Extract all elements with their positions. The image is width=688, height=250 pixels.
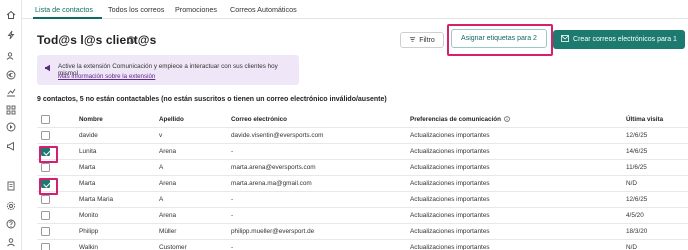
row-checkbox[interactable] [39, 178, 58, 195]
table-row[interactable]: Lunita Arena - Actualizaciones importantes 1… [37, 144, 688, 163]
cell-last-name: Müller [159, 228, 177, 235]
cell-last-visit: N/D [626, 244, 638, 250]
help-icon[interactable] [5, 218, 16, 229]
cell-preferences: Actualizaciones importantes [410, 244, 490, 250]
header-email[interactable]: Correo electrónico [231, 116, 287, 123]
contacts-summary: 9 contactos, 5 no están contactables (no… [37, 96, 387, 103]
row-checkbox[interactable] [41, 211, 50, 220]
cell-email: philipp.mueller@eversport.de [231, 228, 315, 235]
header-preferences[interactable]: Preferencias de comunicación [410, 116, 510, 123]
sidebar [0, 0, 22, 250]
create-email-button[interactable]: Crear correos electrónicos para 1 [553, 30, 685, 49]
info-icon[interactable] [504, 116, 510, 122]
cell-preferences: Actualizaciones importantes [410, 164, 490, 171]
info-icon[interactable] [127, 36, 135, 44]
cell-preferences: Actualizaciones importantes [410, 132, 490, 139]
active-tab-indicator [33, 17, 102, 19]
cell-name: Walkin [79, 244, 98, 250]
row-checkbox[interactable] [41, 243, 50, 250]
document-icon[interactable] [5, 180, 16, 191]
cell-last-name: Arena [159, 212, 177, 219]
home-icon[interactable] [5, 9, 16, 20]
row-checkbox[interactable] [41, 163, 50, 172]
cell-email: marta.arena.ma@gmail.com [231, 180, 312, 187]
cell-name: Philipp [79, 228, 99, 235]
header-preferences-label: Preferencias de comunicación [410, 116, 501, 123]
row-checkbox[interactable] [39, 146, 58, 163]
create-email-label: Crear correos electrónicos para 1 [573, 36, 677, 43]
cell-preferences: Actualizaciones importantes [410, 228, 490, 235]
filter-label: Filtro [419, 36, 435, 44]
filter-icon [409, 36, 419, 45]
table-row[interactable]: davide v davide.visentin@eversports.com Act… [37, 128, 688, 144]
bolt-icon[interactable] [5, 29, 16, 40]
table-row[interactable]: Marta Amarta.arena@eversports.com Actualiz… [37, 160, 688, 176]
cell-last-name: Arena [159, 180, 177, 187]
tab-promociones[interactable]: Promociones [175, 5, 217, 14]
cell-last-visit: 4/5/20 [626, 212, 644, 219]
header-name[interactable]: Nombre [79, 116, 103, 123]
target-icon[interactable] [5, 121, 16, 132]
cell-last-name: A [159, 196, 164, 203]
table-row[interactable]: Philipp Müller philipp.mueller@eversport.d… [37, 224, 688, 240]
banner-link[interactable]: Más información sobre la extensión [58, 73, 155, 80]
header-last-name[interactable]: Apellido [159, 116, 184, 123]
header-last-visit[interactable]: Última visita [626, 116, 663, 123]
row-checkbox[interactable] [41, 227, 50, 236]
cell-name: Lunita [79, 148, 97, 155]
select-all-checkbox[interactable] [41, 115, 50, 124]
tab-lista-de-contactos[interactable]: Lista de contactos [35, 5, 93, 14]
megaphone-icon[interactable] [5, 140, 16, 151]
settings-icon[interactable] [5, 200, 16, 211]
assign-tags-highlight-box [447, 24, 553, 56]
cell-preferences: Actualizaciones importantes [410, 180, 490, 187]
table-row[interactable]: Monito Arena - Actualizaciones importantes 4… [37, 208, 688, 224]
mail-icon [561, 35, 573, 44]
tab-todos-los-correos[interactable]: Todos los correos [108, 5, 164, 14]
table-row[interactable]: Marta Maria A - Actualizaciones importantes… [37, 192, 688, 208]
cell-email: marta.arena@eversports.com [231, 164, 316, 171]
cell-email: - [231, 148, 234, 155]
cell-name: Marta [79, 164, 96, 171]
extension-banner: Active la extensión Comunicación y empie… [37, 55, 299, 85]
page-title: Tod@s l@s client@s [37, 33, 157, 47]
cell-name: Marta [79, 180, 96, 187]
cell-last-visit: 18/3/20 [626, 228, 648, 235]
cell-last-name: Customer [159, 244, 187, 250]
table-row[interactable]: Walkin Customer - Actualizaciones important… [37, 240, 688, 250]
cell-name: Marta Maria [79, 196, 114, 203]
users-icon[interactable] [5, 50, 16, 61]
cell-preferences: Actualizaciones importantes [410, 212, 490, 219]
euro-icon[interactable] [5, 69, 16, 80]
cell-email: - [231, 244, 234, 250]
cell-email: - [231, 196, 234, 203]
row-checkbox[interactable] [41, 131, 50, 140]
cell-last-visit: 12/6/25 [626, 132, 648, 139]
cell-email: - [231, 212, 234, 219]
cell-preferences: Actualizaciones importantes [410, 196, 490, 203]
cell-name: Monito [79, 212, 99, 219]
cell-last-name: v [159, 132, 163, 139]
row-checkbox[interactable] [41, 195, 50, 204]
cell-last-name: A [159, 164, 164, 171]
megaphone-icon [44, 64, 52, 72]
filter-button[interactable]: Filtro [400, 32, 444, 48]
grid-icon[interactable] [5, 104, 16, 115]
chart-icon[interactable] [5, 86, 16, 97]
cell-last-visit: 11/6/25 [626, 164, 647, 171]
table-row[interactable]: Marta Arena marta.arena.ma@gmail.com Actual… [37, 176, 688, 195]
top-tabs: Lista de contactos Todos los correos Pro… [22, 0, 688, 19]
cell-name: davide [79, 132, 98, 139]
tab-correos-automaticos[interactable]: Correos Automáticos [230, 5, 297, 14]
cell-preferences: Actualizaciones importantes [410, 148, 490, 155]
table-header-row: Nombre Apellido Correo electrónico Prefe… [37, 112, 688, 128]
cell-last-visit: 14/6/25 [626, 148, 648, 155]
cell-last-visit: N/D [626, 180, 638, 187]
cell-email: davide.visentin@eversports.com [231, 132, 324, 139]
cell-last-name: Arena [159, 148, 177, 155]
cell-last-visit: 12/6/25 [626, 196, 648, 203]
user-profile-icon[interactable] [5, 236, 16, 247]
